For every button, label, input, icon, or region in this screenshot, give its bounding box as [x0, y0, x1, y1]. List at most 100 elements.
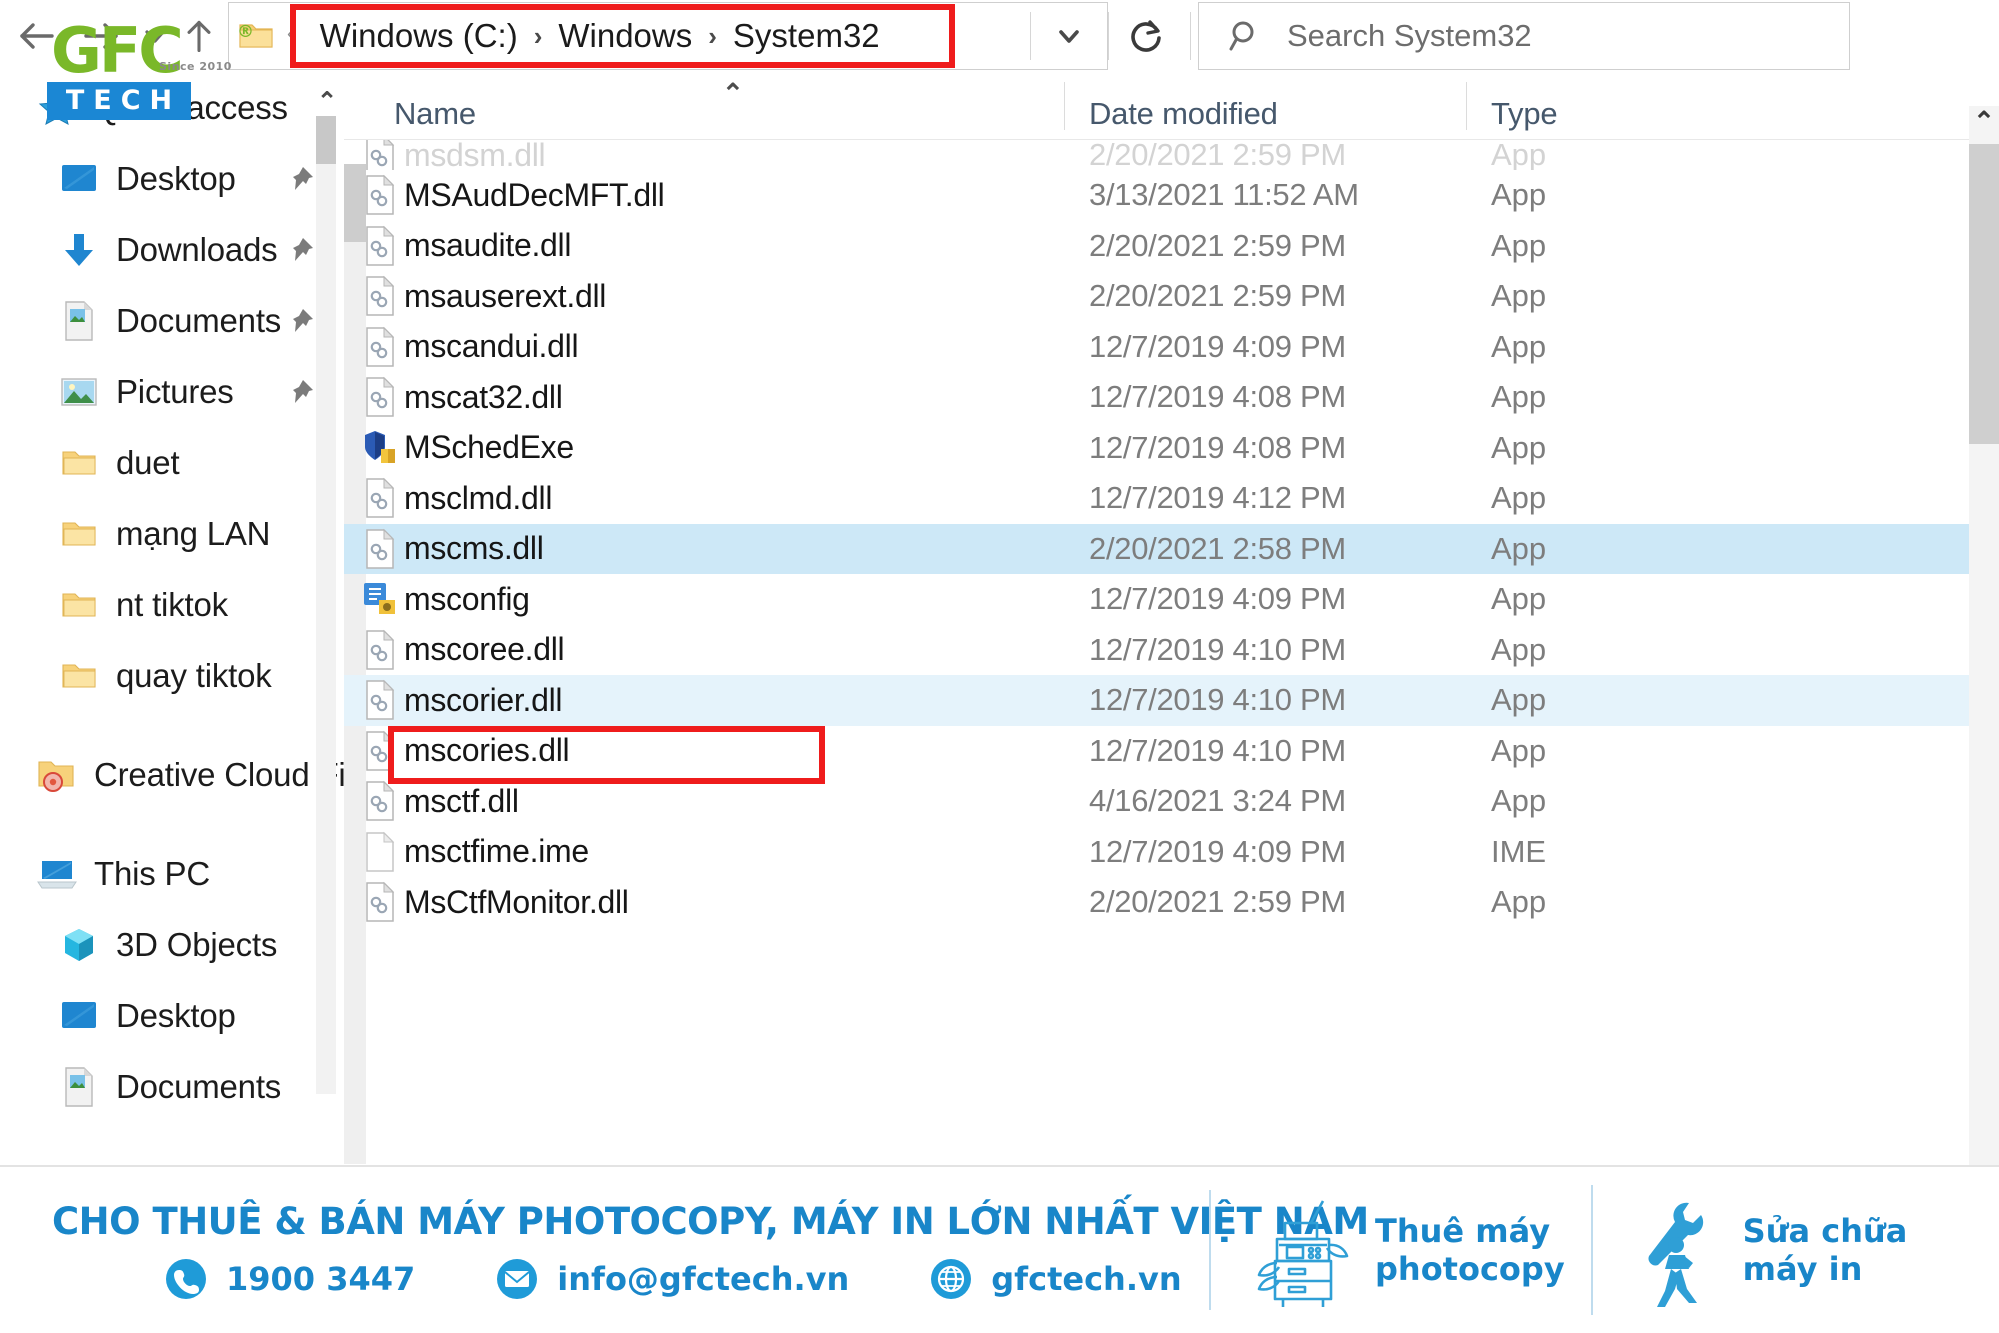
dll-icon: [360, 140, 400, 170]
column-header-type[interactable]: Type: [1491, 96, 1558, 132]
search-input[interactable]: Search System32: [1287, 18, 1532, 54]
file-date-modified: 12/7/2019 4:10 PM: [1089, 631, 1346, 667]
file-date-modified: 2/20/2021 2:59 PM: [1089, 278, 1346, 314]
banner-contact[interactable]: gfctech.vn: [929, 1257, 1182, 1301]
sidebar-item-nt-tiktok[interactable]: nt tiktok: [0, 569, 400, 640]
file-row[interactable]: msclmd.dll 12/7/2019 4:12 PM App: [344, 473, 1999, 524]
file-type: App: [1491, 177, 1547, 213]
sidebar-item-documents[interactable]: Documents: [0, 285, 400, 356]
sidebar-item-label: mạng LAN: [116, 514, 271, 552]
file-name: mscoree.dll: [404, 631, 565, 668]
sidebar-item-duet[interactable]: duet: [0, 427, 400, 498]
dll-icon: [360, 174, 400, 216]
file-rows: msdsm.dll 2/20/2021 2:59 PM App MSAudDecMFT…: [344, 140, 1999, 928]
sidebar-item-this-pc[interactable]: This PC: [0, 838, 400, 909]
breadcrumb-item-2[interactable]: System32: [727, 17, 886, 55]
sidebar-item-desktop[interactable]: Desktop: [0, 980, 400, 1051]
breadcrumb-overflow-chevron[interactable]: ‹: [283, 23, 298, 46]
file-row[interactable]: mscandui.dll 12/7/2019 4:09 PM App: [344, 322, 1999, 373]
file-row[interactable]: MSchedExe 12/7/2019 4:08 PM App: [344, 423, 1999, 474]
sidebar-item-label: Desktop: [116, 159, 236, 197]
file-row[interactable]: mscoree.dll 12/7/2019 4:10 PM App: [344, 625, 1999, 676]
file-row[interactable]: msaudite.dll 2/20/2021 2:59 PM App: [344, 221, 1999, 272]
sidebar-item-quay-tiktok[interactable]: quay tiktok: [0, 640, 400, 711]
file-row[interactable]: MsCtfMonitor.dll 2/20/2021 2:59 PM App: [344, 877, 1999, 928]
column-divider[interactable]: [1064, 82, 1065, 130]
file-name: msaudite.dll: [404, 227, 572, 264]
sidebar-item-downloads[interactable]: Downloads: [0, 214, 400, 285]
file-row[interactable]: msctf.dll 4/16/2021 3:24 PM App: [344, 776, 1999, 827]
file-row[interactable]: msctfime.ime 12/7/2019 4:09 PM IME: [344, 827, 1999, 878]
column-header-date-modified[interactable]: Date modified: [1089, 96, 1278, 132]
file-date-modified: 12/7/2019 4:12 PM: [1089, 480, 1346, 516]
file-row[interactable]: mscories.dll 12/7/2019 4:10 PM App: [344, 726, 1999, 777]
address-bar[interactable]: ‹ Windows (C:) › Windows › System32: [228, 2, 1108, 70]
msconfig-icon: [360, 580, 400, 618]
file-row[interactable]: mscms.dll 2/20/2021 2:58 PM App: [344, 523, 1999, 574]
file-name: MSAudDecMFT.dll: [404, 176, 665, 213]
file-row[interactable]: MSAudDecMFT.dll 3/13/2021 11:52 AM App: [344, 170, 1999, 221]
desktop-icon: [56, 999, 102, 1033]
breadcrumb-item-0[interactable]: Windows (C:): [314, 17, 524, 55]
dll-icon: [360, 881, 400, 923]
file-date-modified: 12/7/2019 4:10 PM: [1089, 732, 1346, 768]
sidebar-item-pictures[interactable]: Pictures: [0, 356, 400, 427]
column-header-row: ⌃ Name Date modified Type: [344, 76, 1999, 140]
refresh-icon[interactable]: [1112, 3, 1180, 69]
file-row[interactable]: mscat32.dll 12/7/2019 4:08 PM App: [344, 372, 1999, 423]
file-row[interactable]: msauserext.dll 2/20/2021 2:59 PM App: [344, 271, 1999, 322]
creative-cloud-icon: [34, 758, 80, 792]
file-type: IME: [1491, 833, 1547, 869]
file-date-modified: 2/20/2021 2:59 PM: [1089, 884, 1346, 920]
star-icon: [34, 88, 80, 128]
sidebar-item-quick-access[interactable]: Quick access: [0, 72, 400, 143]
folder-icon: [56, 590, 102, 620]
sidebar-item-label: Documents: [116, 1067, 282, 1105]
pin-icon[interactable]: [286, 235, 316, 265]
this-pc-icon: [34, 857, 80, 891]
file-date-modified: 2/20/2021 2:59 PM: [1089, 227, 1346, 263]
sidebar-item-creative-cloud-file[interactable]: Creative Cloud File: [0, 739, 400, 810]
sidebar-scrollbar-track[interactable]: [316, 94, 336, 1094]
forward-icon[interactable]: [72, 7, 130, 65]
sidebar-item-label: duet: [116, 443, 180, 481]
column-header-name[interactable]: Name: [394, 96, 476, 132]
pin-icon[interactable]: [286, 164, 316, 194]
chevron-down-icon[interactable]: [136, 7, 174, 65]
pane-scroll-up-icon[interactable]: ⌃: [1969, 102, 1999, 140]
banner-service[interactable]: Thuê máy photocopy: [1225, 1185, 1591, 1315]
file-row[interactable]: msconfig 12/7/2019 4:09 PM App: [344, 574, 1999, 625]
file-date-modified: 2/20/2021 2:58 PM: [1089, 530, 1346, 566]
pin-icon[interactable]: [286, 306, 316, 336]
banner-contact[interactable]: 1900 3447: [164, 1257, 415, 1301]
up-icon[interactable]: [180, 7, 218, 65]
dll-icon: [360, 225, 400, 267]
back-icon[interactable]: [8, 7, 66, 65]
sidebar-item-m-ng-lan[interactable]: mạng LAN: [0, 498, 400, 569]
pane-right-scrollbar-thumb[interactable]: [1969, 144, 1999, 444]
file-row[interactable]: msdsm.dll 2/20/2021 2:59 PM App: [344, 140, 1999, 170]
file-type: App: [1491, 631, 1547, 667]
banner-contact-text: gfctech.vn: [991, 1259, 1182, 1298]
file-row[interactable]: mscorier.dll 12/7/2019 4:10 PM App: [344, 675, 1999, 726]
sidebar-scroll-up-icon[interactable]: ⌃: [314, 86, 340, 116]
pictures-icon: [56, 376, 102, 408]
banner-contacts: 1900 3447 info@gfctech.vn gfctech.vn: [52, 1257, 1195, 1301]
sidebar-item-label: Documents: [116, 301, 282, 339]
pin-icon[interactable]: [286, 377, 316, 407]
column-divider[interactable]: [1466, 82, 1467, 130]
file-type: App: [1491, 278, 1547, 314]
address-dropdown-icon[interactable]: [1030, 3, 1108, 69]
banner-service[interactable]: Sửa chữa máy in: [1590, 1185, 1934, 1315]
breadcrumb-item-1[interactable]: Windows: [552, 17, 698, 55]
search-box[interactable]: Search System32: [1198, 2, 1850, 70]
sidebar-item-3d-objects[interactable]: 3D Objects: [0, 909, 400, 980]
sidebar-item-label: Pictures: [116, 372, 234, 410]
desktop-icon: [56, 162, 102, 196]
file-name: mscat32.dll: [404, 378, 563, 415]
sidebar-item-desktop[interactable]: Desktop: [0, 143, 400, 214]
banner-contact[interactable]: info@gfctech.vn: [495, 1257, 849, 1301]
sidebar-item-documents[interactable]: Documents: [0, 1051, 400, 1122]
sidebar-item-label: nt tiktok: [116, 585, 228, 623]
